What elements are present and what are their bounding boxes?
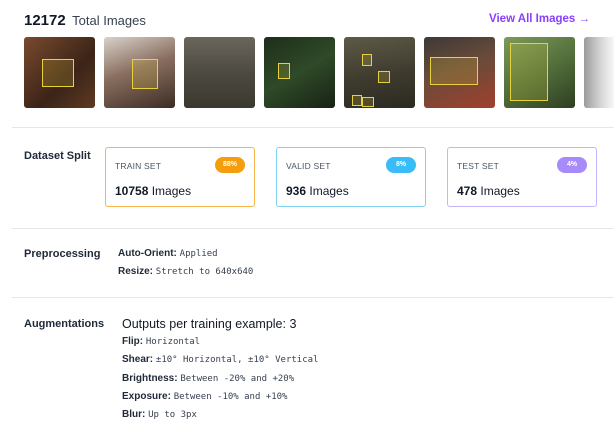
- images-header: 12172 Total Images View All Images →: [24, 12, 590, 32]
- section-divider: [12, 127, 614, 128]
- image-thumbnail[interactable]: [24, 37, 95, 108]
- augmentation-shear: Shear: ±10° Horizontal, ±10° Vertical: [122, 354, 319, 365]
- image-thumbnail-strip: [24, 37, 614, 108]
- outputs-per-example: Outputs per training example: 3: [122, 317, 297, 331]
- augmentation-brightness: Brightness: Between -20% and +20%: [122, 373, 295, 384]
- image-thumbnail[interactable]: [184, 37, 255, 108]
- valid-set-title: VALID SET: [286, 161, 331, 171]
- image-thumbnail[interactable]: [104, 37, 175, 108]
- test-percent-badge: 4%: [557, 157, 587, 173]
- view-all-images-link[interactable]: View All Images →: [489, 13, 590, 25]
- dataset-split-label: Dataset Split: [24, 150, 91, 162]
- section-divider: [12, 228, 614, 229]
- augmentations-label: Augmentations: [24, 318, 105, 330]
- preprocessing-label: Preprocessing: [24, 248, 101, 260]
- train-set-title: TRAIN SET: [115, 161, 162, 171]
- section-divider: [12, 297, 614, 298]
- train-image-count: 10758 Images: [115, 184, 192, 198]
- total-image-count: 12172: [24, 12, 66, 29]
- image-thumbnail[interactable]: [264, 37, 335, 108]
- image-thumbnail[interactable]: [504, 37, 575, 108]
- valid-set-card[interactable]: VALID SET 8% 936 Images: [276, 147, 426, 207]
- augmentation-exposure: Exposure: Between -10% and +10%: [122, 391, 288, 402]
- preprocessing-resize: Resize: Stretch to 640x640: [118, 266, 254, 277]
- preprocessing-auto-orient: Auto-Orient: Applied: [118, 248, 218, 259]
- augmentation-blur: Blur: Up to 3px: [122, 409, 197, 420]
- train-percent-badge: 88%: [215, 157, 245, 173]
- valid-percent-badge: 8%: [386, 157, 416, 173]
- total-images-label: Total Images: [72, 13, 146, 28]
- image-thumbnail[interactable]: [344, 37, 415, 108]
- test-image-count: 478 Images: [457, 184, 520, 198]
- image-thumbnail[interactable]: [424, 37, 495, 108]
- valid-image-count: 936 Images: [286, 184, 349, 198]
- test-set-card[interactable]: TEST SET 4% 478 Images: [447, 147, 597, 207]
- augmentation-flip: Flip: Horizontal: [122, 336, 201, 347]
- train-set-card[interactable]: TRAIN SET 88% 10758 Images: [105, 147, 255, 207]
- test-set-title: TEST SET: [457, 161, 500, 171]
